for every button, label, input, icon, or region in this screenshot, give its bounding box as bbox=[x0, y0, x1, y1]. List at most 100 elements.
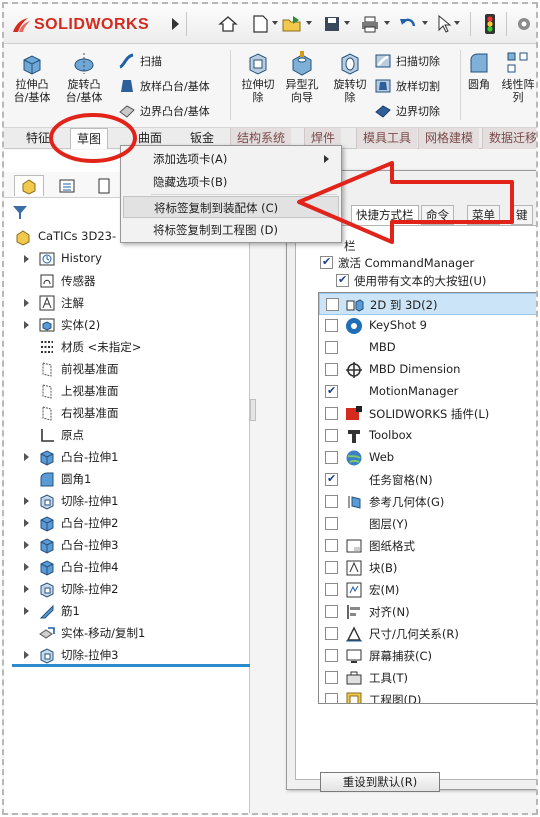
tab-keyboard[interactable]: 键 bbox=[511, 205, 533, 225]
tree-node[interactable]: 原点 bbox=[4, 424, 250, 446]
revolve-boss-button[interactable]: 旋转凸 台/基体 bbox=[60, 50, 108, 104]
expand-arrow-icon[interactable] bbox=[24, 651, 29, 659]
tree-node[interactable]: 切除-拉伸2 bbox=[4, 578, 250, 600]
expand-arrow-icon[interactable] bbox=[24, 563, 29, 571]
solidworks-logo[interactable]: SOLIDWORKS bbox=[10, 12, 149, 38]
toolbar-list-item[interactable]: 块(B) bbox=[319, 557, 536, 579]
reset-to-default-button[interactable]: 重设到默认(R) bbox=[320, 772, 440, 792]
toolbar-list-item[interactable]: 工具(T) bbox=[319, 667, 536, 689]
tree-node[interactable]: 传感器 bbox=[4, 270, 250, 292]
toolbar-list-item[interactable]: 图层(Y) bbox=[319, 513, 536, 535]
large-buttons-checkbox[interactable] bbox=[336, 273, 349, 287]
menu-hide-tab[interactable]: 隐藏选项卡(B) bbox=[123, 171, 339, 193]
revolve-cut-button[interactable]: 旋转切 除 bbox=[326, 50, 374, 104]
toolbar-checkbox[interactable] bbox=[325, 363, 338, 376]
tree-node[interactable]: 凸台-拉伸1 bbox=[4, 446, 250, 468]
select-button[interactable] bbox=[432, 13, 456, 35]
tree-node[interactable]: 实体-移动/复制1 bbox=[4, 622, 250, 644]
fillet-button[interactable]: 圆角 bbox=[462, 50, 496, 91]
options-button[interactable] bbox=[512, 13, 536, 35]
toolbar-checkbox[interactable] bbox=[325, 495, 338, 508]
undo-button[interactable] bbox=[396, 13, 420, 35]
loft-cut-button[interactable]: 放样切割 bbox=[374, 75, 440, 97]
toolbar-list-item[interactable]: 对齐(N) bbox=[319, 601, 536, 623]
tab-menus[interactable]: 菜单 bbox=[467, 205, 500, 225]
tree-node[interactable]: 上视基准面 bbox=[4, 380, 250, 402]
extrude-boss-button[interactable]: 拉伸凸 台/基体 bbox=[8, 50, 56, 104]
expand-arrow-icon[interactable] bbox=[24, 321, 29, 329]
toolbar-checkbox[interactable] bbox=[325, 429, 338, 442]
toolbar-list-item[interactable]: 工程图(D) bbox=[319, 689, 536, 703]
expand-arrow-icon[interactable] bbox=[24, 299, 29, 307]
toolbar-list-item[interactable]: MBD bbox=[319, 337, 536, 359]
menu-copy-tab-to-drawing[interactable]: 将标签复制到工程图 (D) bbox=[123, 219, 339, 241]
home-button[interactable] bbox=[216, 13, 240, 35]
tree-node[interactable]: 凸台-拉伸4 bbox=[4, 556, 250, 578]
toolbar-checkbox[interactable] bbox=[325, 693, 338, 703]
hole-wizard-button[interactable]: 异型孔 向导 bbox=[278, 50, 326, 104]
property-manager-tab[interactable] bbox=[52, 175, 82, 196]
toolbar-list-item[interactable]: Web bbox=[319, 447, 536, 469]
tree-node[interactable]: 右视基准面 bbox=[4, 402, 250, 424]
save-button[interactable] bbox=[320, 13, 344, 35]
toolbar-checkbox[interactable] bbox=[325, 605, 338, 618]
sweep-button[interactable]: 扫描 bbox=[118, 50, 162, 72]
toolbar-checkbox[interactable] bbox=[325, 451, 338, 464]
rebuild-traffic-light[interactable] bbox=[478, 13, 502, 35]
toolbar-checkbox[interactable] bbox=[325, 671, 338, 684]
toolbar-checkbox[interactable] bbox=[325, 539, 338, 552]
toolbar-checkbox[interactable] bbox=[325, 407, 338, 420]
toolbar-list-item[interactable]: 任务窗格(N) bbox=[319, 469, 536, 491]
toolbar-checkbox[interactable] bbox=[325, 341, 338, 354]
expand-arrow-icon[interactable] bbox=[24, 585, 29, 593]
toolbar-list-item[interactable]: MotionManager bbox=[319, 381, 536, 403]
panel-splitter[interactable] bbox=[250, 399, 256, 421]
print-button[interactable] bbox=[358, 13, 382, 35]
tree-node[interactable]: 实体(2) bbox=[4, 314, 250, 336]
toolbar-checkbox[interactable] bbox=[325, 517, 338, 530]
extrude-cut-button[interactable]: 拉伸切 除 bbox=[234, 50, 282, 104]
toolbar-checkbox[interactable] bbox=[325, 561, 338, 574]
toolbar-list-item[interactable]: MBD Dimension bbox=[319, 359, 536, 381]
activate-commandmanager-checkbox[interactable] bbox=[320, 255, 333, 269]
tree-node[interactable]: 圆角1 bbox=[4, 468, 250, 490]
toolbar-checkbox[interactable] bbox=[325, 384, 338, 398]
tree-node[interactable]: 切除-拉伸1 bbox=[4, 490, 250, 512]
tab-features[interactable]: 特征 bbox=[20, 128, 56, 149]
tab-mesh-modeling[interactable]: 网格建模 bbox=[418, 128, 480, 149]
toolbar-list-item[interactable]: 图纸格式 bbox=[319, 535, 536, 557]
toolbar-list-item[interactable]: KeyShot 9 bbox=[319, 315, 536, 337]
sweep-cut-button[interactable]: 扫描切除 bbox=[374, 50, 440, 72]
toolbar-checkbox[interactable] bbox=[325, 649, 338, 662]
tab-mold-tools[interactable]: 模具工具 bbox=[356, 128, 418, 149]
tab-commands[interactable]: 命令 bbox=[421, 205, 454, 225]
expand-arrow-icon[interactable] bbox=[24, 519, 29, 527]
feature-manager-tab[interactable] bbox=[14, 175, 44, 196]
toolbar-list-item[interactable]: 尺寸/几何关系(R) bbox=[319, 623, 536, 645]
tab-shortcut-bars[interactable]: 快捷方式栏 bbox=[351, 205, 419, 225]
toolbar-list-item[interactable]: SOLIDWORKS 插件(L) bbox=[319, 403, 536, 425]
tab-sketch[interactable]: 草图 bbox=[70, 128, 109, 149]
toolbar-checkbox[interactable] bbox=[325, 583, 338, 596]
new-button[interactable] bbox=[248, 13, 272, 35]
tree-node[interactable]: 凸台-拉伸2 bbox=[4, 512, 250, 534]
expand-arrow-icon[interactable] bbox=[24, 497, 29, 505]
expand-arrow-icon[interactable] bbox=[24, 607, 29, 615]
open-button[interactable] bbox=[280, 13, 304, 35]
config-manager-tab[interactable] bbox=[90, 175, 120, 196]
toolbar-list-item[interactable]: 2D 到 3D(2) bbox=[319, 293, 536, 315]
linear-pattern-button[interactable]: 线性阵 列 bbox=[498, 50, 536, 104]
tree-node[interactable]: 前视基准面 bbox=[4, 358, 250, 380]
rollback-bar[interactable] bbox=[12, 664, 250, 667]
toolbar-list-item[interactable]: 参考几何体(G) bbox=[319, 491, 536, 513]
tree-node[interactable]: 筋1 bbox=[4, 600, 250, 622]
tree-node[interactable]: 注解 bbox=[4, 292, 250, 314]
boundary-cut-button[interactable]: 边界切除 bbox=[374, 100, 440, 122]
expand-menu-arrow[interactable] bbox=[168, 13, 182, 35]
tree-node[interactable]: History bbox=[4, 248, 250, 270]
tree-node[interactable]: 凸台-拉伸3 bbox=[4, 534, 250, 556]
tree-node[interactable]: 材质 <未指定> bbox=[4, 336, 250, 358]
loft-button[interactable]: 放样凸台/基体 bbox=[118, 75, 210, 97]
toolbar-list-item[interactable]: 屏幕捕获(C) bbox=[319, 645, 536, 667]
tab-data-migration[interactable]: 数据迁移 bbox=[482, 128, 536, 149]
